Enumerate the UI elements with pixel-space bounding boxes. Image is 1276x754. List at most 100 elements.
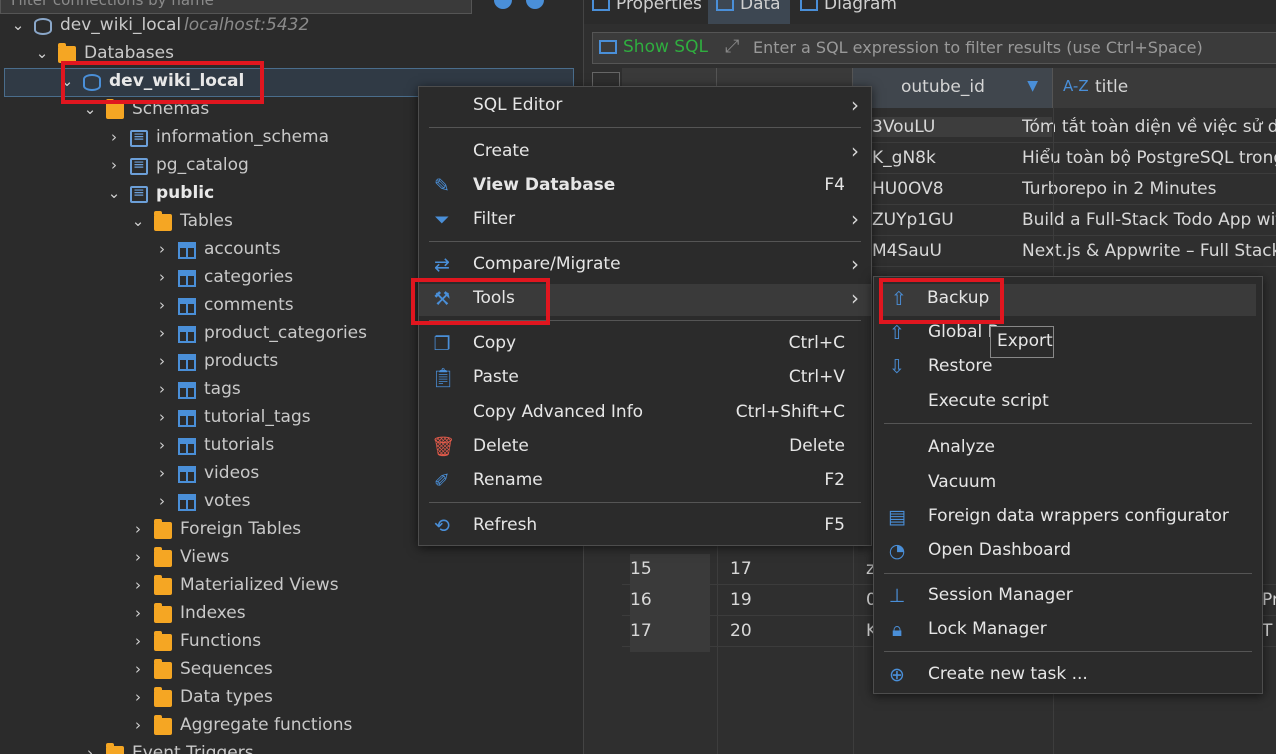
collapse-chevron-icon[interactable]: › <box>154 324 170 342</box>
connection-host: localhost:5432 <box>184 15 310 35</box>
views-icon <box>154 547 172 567</box>
cell-youtube-id: ZUYp1GU <box>872 210 954 230</box>
submenu-item-analyze[interactable]: Analyze <box>874 433 1262 465</box>
menu-item-label: Open Dashboard <box>928 540 1072 560</box>
tree-folder-aggregate-functions[interactable]: › Aggregate functions <box>0 713 576 741</box>
expand-chevron-icon[interactable]: ⌄ <box>34 44 50 62</box>
table-icon <box>178 242 196 259</box>
menu-separator <box>429 502 861 503</box>
submenu-item-restore[interactable]: ⇩ Restore <box>874 352 1262 384</box>
session-tree-icon: ⊥ <box>888 585 906 607</box>
menu-item-label: Copy <box>473 333 517 353</box>
menu-item-copy[interactable]: ❐ Copy Ctrl+C <box>419 329 871 361</box>
table-icon <box>178 466 196 483</box>
folder-icon <box>154 715 172 735</box>
tree-connection[interactable]: ⌄ dev_wiki_local localhost:5432 <box>0 13 576 41</box>
highlight-box-tools <box>411 278 550 325</box>
tree-folder-sequences[interactable]: › Sequences <box>0 657 576 685</box>
submenu-item-create-task[interactable]: ⊕ Create new task ... <box>874 660 1262 692</box>
menu-item-label: Create new task ... <box>928 664 1088 684</box>
collapse-chevron-icon[interactable]: › <box>106 128 122 146</box>
filter-expression-input[interactable]: Enter a SQL expression to filter results… <box>753 38 1203 57</box>
submenu-item-execute-script[interactable]: Execute script <box>874 387 1262 419</box>
folder-icon <box>154 687 172 707</box>
tab-data[interactable]: Data <box>708 0 790 24</box>
menu-item-view-database[interactable]: ✎ View Database F4 <box>419 171 871 203</box>
text-type-icon: A-Z <box>1063 77 1089 95</box>
collapse-chevron-icon[interactable]: › <box>82 744 98 754</box>
tab-diagram[interactable]: Diagram <box>792 0 902 24</box>
tree-folder-data-types[interactable]: › Data types <box>0 685 576 713</box>
menu-item-label: Execute script <box>928 391 1049 411</box>
collapse-chevron-icon[interactable]: › <box>154 240 170 258</box>
menu-item-create[interactable]: Create › <box>419 137 871 169</box>
schema-icon <box>130 129 148 147</box>
show-sql-button[interactable]: Show SQL <box>599 37 708 57</box>
submenu-item-fdw-configurator[interactable]: ▤ Foreign data wrappers configurator <box>874 502 1262 534</box>
menu-item-label: Filter <box>473 209 516 229</box>
collapse-chevron-icon[interactable]: › <box>130 604 146 622</box>
expand-chevron-icon[interactable]: ⌄ <box>10 16 26 34</box>
collapse-chevron-icon[interactable]: › <box>154 296 170 314</box>
folder-label: Aggregate functions <box>180 715 353 735</box>
menu-separator <box>884 423 1252 424</box>
foreign-tables-icon <box>154 519 172 539</box>
collapse-chevron-icon[interactable]: › <box>130 548 146 566</box>
tables-label: Tables <box>180 211 233 231</box>
column-label: title <box>1095 77 1129 97</box>
collapse-chevron-icon[interactable]: › <box>130 660 146 678</box>
schema-name: public <box>156 183 215 203</box>
submenu-item-vacuum[interactable]: Vacuum <box>874 468 1262 500</box>
menu-item-copy-advanced-info[interactable]: Copy Advanced Info Ctrl+Shift+C <box>419 398 871 430</box>
collapse-chevron-icon[interactable]: › <box>154 352 170 370</box>
collapse-chevron-icon[interactable]: › <box>130 688 146 706</box>
collapse-chevron-icon[interactable]: › <box>130 716 146 734</box>
table-icon <box>178 354 196 371</box>
menu-item-refresh[interactable]: ⟲ Refresh F5 <box>419 511 871 543</box>
table-name: product_categories <box>204 323 367 343</box>
tree-folder-indexes[interactable]: › Indexes <box>0 601 576 629</box>
collapse-chevron-icon[interactable]: › <box>154 464 170 482</box>
cell-title: Hiểu toàn bộ PostgreSQL trong <box>1022 148 1276 168</box>
tree-folder-functions[interactable]: › Functions <box>0 629 576 657</box>
menu-item-paste[interactable]: 📋︎ Paste Ctrl+V <box>419 363 871 395</box>
sort-arrow-icon[interactable]: ▼ <box>1027 78 1038 94</box>
collapse-chevron-icon[interactable]: › <box>130 520 146 538</box>
filter-funnel-icon: ⏷ <box>434 209 450 231</box>
collapse-chevron-icon[interactable]: › <box>154 436 170 454</box>
menu-item-sql-editor[interactable]: SQL Editor › <box>419 91 871 123</box>
expand-icon[interactable]: ⤢ <box>725 36 739 57</box>
collapse-chevron-icon[interactable]: › <box>154 268 170 286</box>
menu-separator <box>429 241 861 242</box>
folder-icon <box>106 743 124 754</box>
submenu-item-open-dashboard[interactable]: ◔ Open Dashboard <box>874 536 1262 568</box>
connect-icon[interactable] <box>494 0 512 9</box>
tree-folder-views[interactable]: › Views <box>0 545 576 573</box>
expand-chevron-icon[interactable]: ⌄ <box>106 184 122 202</box>
collapse-chevron-icon[interactable]: › <box>154 492 170 510</box>
collapse-chevron-icon[interactable]: › <box>154 408 170 426</box>
folder-icon <box>154 659 172 679</box>
menu-item-shortcut: F5 <box>824 515 845 535</box>
tree-event-triggers[interactable]: › Event Triggers <box>0 741 576 754</box>
column-header-youtube-id[interactable]: outube_id ▼ <box>853 68 1053 108</box>
tree-folder-materialized-views[interactable]: › Materialized Views <box>0 573 576 601</box>
collapse-chevron-icon[interactable]: › <box>130 576 146 594</box>
collapse-chevron-icon[interactable]: › <box>106 156 122 174</box>
menu-item-filter[interactable]: ⏷ Filter › <box>419 205 871 237</box>
table-name: tags <box>204 379 241 399</box>
collapse-chevron-icon[interactable]: › <box>154 380 170 398</box>
menu-item-label: Foreign data wrappers configurator <box>928 506 1229 526</box>
submenu-item-lock-manager[interactable]: 🔒︎ Lock Manager <box>874 615 1262 647</box>
expand-chevron-icon[interactable]: ⌄ <box>130 212 146 230</box>
menu-item-rename[interactable]: ✐ Rename F2 <box>419 466 871 498</box>
navigator-filter-input[interactable]: Filter connections by name <box>0 0 472 14</box>
cell-id: 20 <box>730 621 752 641</box>
column-header-title[interactable]: A-Z title <box>1053 68 1276 108</box>
tab-properties[interactable]: Properties <box>584 0 706 24</box>
disconnect-icon[interactable] <box>526 0 544 9</box>
submenu-item-session-manager[interactable]: ⊥ Session Manager <box>874 581 1262 613</box>
collapse-chevron-icon[interactable]: › <box>130 632 146 650</box>
menu-item-delete[interactable]: 🗑︎ Delete Delete <box>419 432 871 464</box>
export-tooltip: Export <box>990 326 1054 358</box>
